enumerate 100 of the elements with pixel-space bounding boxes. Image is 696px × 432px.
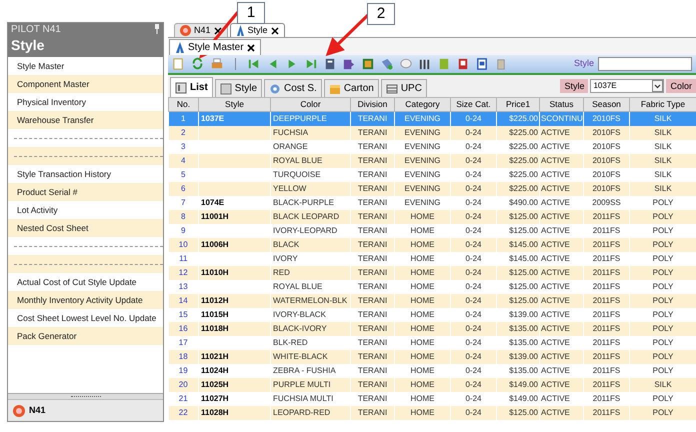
column-header[interactable]: Season [584, 98, 630, 112]
table-cell: 2010FS [592, 184, 621, 193]
first-record-icon[interactable] [247, 57, 261, 71]
table-row[interactable]: 14 11012H WATERMELON-BLK TERANI HOME 0-24 $125.00 ACTIVE 2011FS POLY [168, 294, 696, 308]
view-tab[interactable]: UPC [380, 79, 427, 97]
table-row[interactable]: 4 ROYAL BLUE TERANI EVENING 0-24 $225.00 ACTIVE 2010FS SILK [168, 154, 696, 168]
callout-label: 1 [237, 2, 265, 24]
tag-icon[interactable] [380, 57, 394, 71]
view-tab[interactable]: Cost S. [264, 79, 322, 97]
column-header[interactable]: Division [350, 98, 394, 112]
table-cell: POLY [652, 198, 674, 207]
column-header[interactable]: No. [168, 98, 198, 112]
table-cell: 0-24 [465, 142, 482, 151]
printer-icon[interactable] [210, 57, 224, 71]
column-header[interactable]: Status [540, 98, 584, 112]
view-tab[interactable]: Style [214, 79, 262, 97]
table-cell: 2011FS [592, 268, 620, 277]
column-header[interactable]: Fabric Type [630, 98, 696, 112]
table-cell: HOME [410, 324, 434, 333]
close-icon[interactable] [246, 44, 255, 52]
table-row[interactable]: 8 11001H BLACK LEOPARD TERANI HOME 0-24 $125.00 ACTIVE 2011FS POLY [168, 210, 696, 224]
table-cell: ACTIVE [541, 394, 570, 403]
table-row[interactable]: 6 YELLOW TERANI EVENING 0-24 $225.00 ACTIVE 2010FS SILK [168, 182, 696, 196]
table-cell: TERANI [358, 366, 388, 375]
table-cell: 14 [178, 296, 188, 305]
style-dropdown[interactable]: 1037E [590, 79, 664, 93]
column-header[interactable]: Category [394, 98, 450, 112]
table-cell: 6 [181, 184, 186, 193]
table-cell: 2011FS [592, 226, 620, 235]
table-cell: 11012H [201, 296, 229, 305]
view-tab[interactable]: Carton [324, 79, 379, 97]
column-header[interactable]: Color [270, 98, 350, 112]
table-cell: ACTIVE [541, 226, 570, 235]
last-record-icon[interactable] [304, 57, 318, 71]
table-cell: ACTIVE [541, 352, 570, 361]
table-cell: POLY [652, 296, 674, 305]
table-cell: 0-24 [465, 380, 482, 389]
table-cell: 12 [178, 268, 188, 277]
table-cell: TERANI [358, 324, 388, 333]
table-cell: 2011FS [592, 366, 620, 375]
column-header[interactable]: Price1 [496, 98, 540, 112]
document-tab[interactable]: N41 [174, 23, 228, 37]
close-icon[interactable] [270, 26, 279, 34]
table-row[interactable]: 20 11025H PURPLE MULTI TERANI HOME 0-24 $149.00 ACTIVE 2011FS SILK [168, 378, 696, 392]
sub-tab[interactable]: Style Master [169, 39, 261, 55]
column-header[interactable]: Size Cat. [450, 98, 496, 112]
table-cell: 0-24 [465, 170, 482, 179]
document-icon[interactable] [323, 57, 337, 71]
table-cell: 0-24 [465, 268, 482, 277]
pin-icon[interactable] [154, 24, 160, 34]
sidebar-item[interactable]: Nested Cost Sheet [8, 219, 163, 237]
table-cell: IVORY [273, 254, 298, 263]
table-cell: ORANGE [273, 142, 308, 151]
table-cell: PURPLE MULTI [273, 380, 331, 389]
close-icon[interactable] [214, 26, 222, 34]
table-cell: HOME [410, 282, 434, 291]
table-row[interactable]: 18 11021H WHITE-BLACK TERANI HOME 0-24 $139.00 ACTIVE 2011FS POLY [168, 350, 696, 364]
table-cell: ACTIVE [541, 156, 570, 165]
table-cell: TERANI [358, 254, 388, 263]
sidebar-item[interactable]: Pack Generator [8, 327, 163, 345]
sidebar-item[interactable]: Monthly Inventory Activity Update [8, 291, 163, 309]
table-cell: 2011FS [592, 408, 620, 417]
table-cell: HOME [410, 240, 434, 249]
table-cell: $225.00 [509, 156, 538, 165]
view-tab[interactable]: List [170, 77, 213, 97]
table-cell: TERANI [358, 352, 388, 361]
table-cell: YELLOW [273, 184, 306, 193]
column-header[interactable]: Style [198, 98, 270, 112]
table-cell: 0-24 [465, 324, 482, 333]
form-icon [220, 82, 232, 94]
table-cell: ACTIVE [541, 142, 570, 151]
table-row[interactable]: 10 11006H BLACK TERANI HOME 0-24 $145.00 ACTIVE 2011FS POLY [168, 238, 696, 252]
grid-icon[interactable] [361, 57, 375, 71]
table-row[interactable]: 5 TURQUOISE TERANI EVENING 0-24 $225.00 ACTIVE 2010FS SILK [168, 168, 696, 182]
table-cell: 0-24 [465, 338, 482, 347]
table-cell: 16 [178, 324, 188, 333]
table-cell: POLY [652, 338, 674, 347]
table-cell: $125.00 [509, 296, 538, 305]
table-cell: HOME [410, 212, 434, 221]
export-icon[interactable] [342, 57, 356, 71]
refresh-icon[interactable] [191, 57, 205, 71]
table-cell: ROYAL BLUE [273, 156, 322, 165]
sidebar-item[interactable]: Product Serial # [8, 183, 163, 201]
sidebar-item[interactable]: Component Master [8, 75, 163, 93]
table-row[interactable]: 2 FUCHSIA TERANI EVENING 0-24 $225.00 ACTIVE 2010FS SILK [168, 126, 696, 140]
table-cell: SILK [654, 184, 672, 193]
table-cell: 11006H [201, 240, 229, 249]
table-cell: TERANI [358, 408, 388, 417]
logo-icon [13, 404, 25, 416]
sidebar-item[interactable]: Warehouse Transfer [8, 111, 163, 129]
document-tab[interactable]: Style [230, 23, 285, 37]
table-row[interactable]: 22 11028H LEOPARD-RED TERANI HOME 0-24 $125.00 ACTIVE 2011FS POLY [168, 406, 696, 420]
module-button[interactable]: N41 [8, 399, 163, 421]
table-row[interactable]: 16 11018H BLACK-IVORY TERANI HOME 0-24 $135.00 ACTIVE 2011FS POLY [168, 322, 696, 336]
table-cell: 19 [178, 366, 188, 375]
speech-bubble-icon[interactable] [399, 57, 413, 71]
document-icon[interactable] [475, 57, 489, 71]
search-field[interactable] [598, 57, 692, 71]
table-row[interactable]: 12 11010H RED TERANI HOME 0-24 $125.00 ACTIVE 2011FS POLY [168, 266, 696, 280]
columns-icon[interactable] [418, 57, 432, 71]
